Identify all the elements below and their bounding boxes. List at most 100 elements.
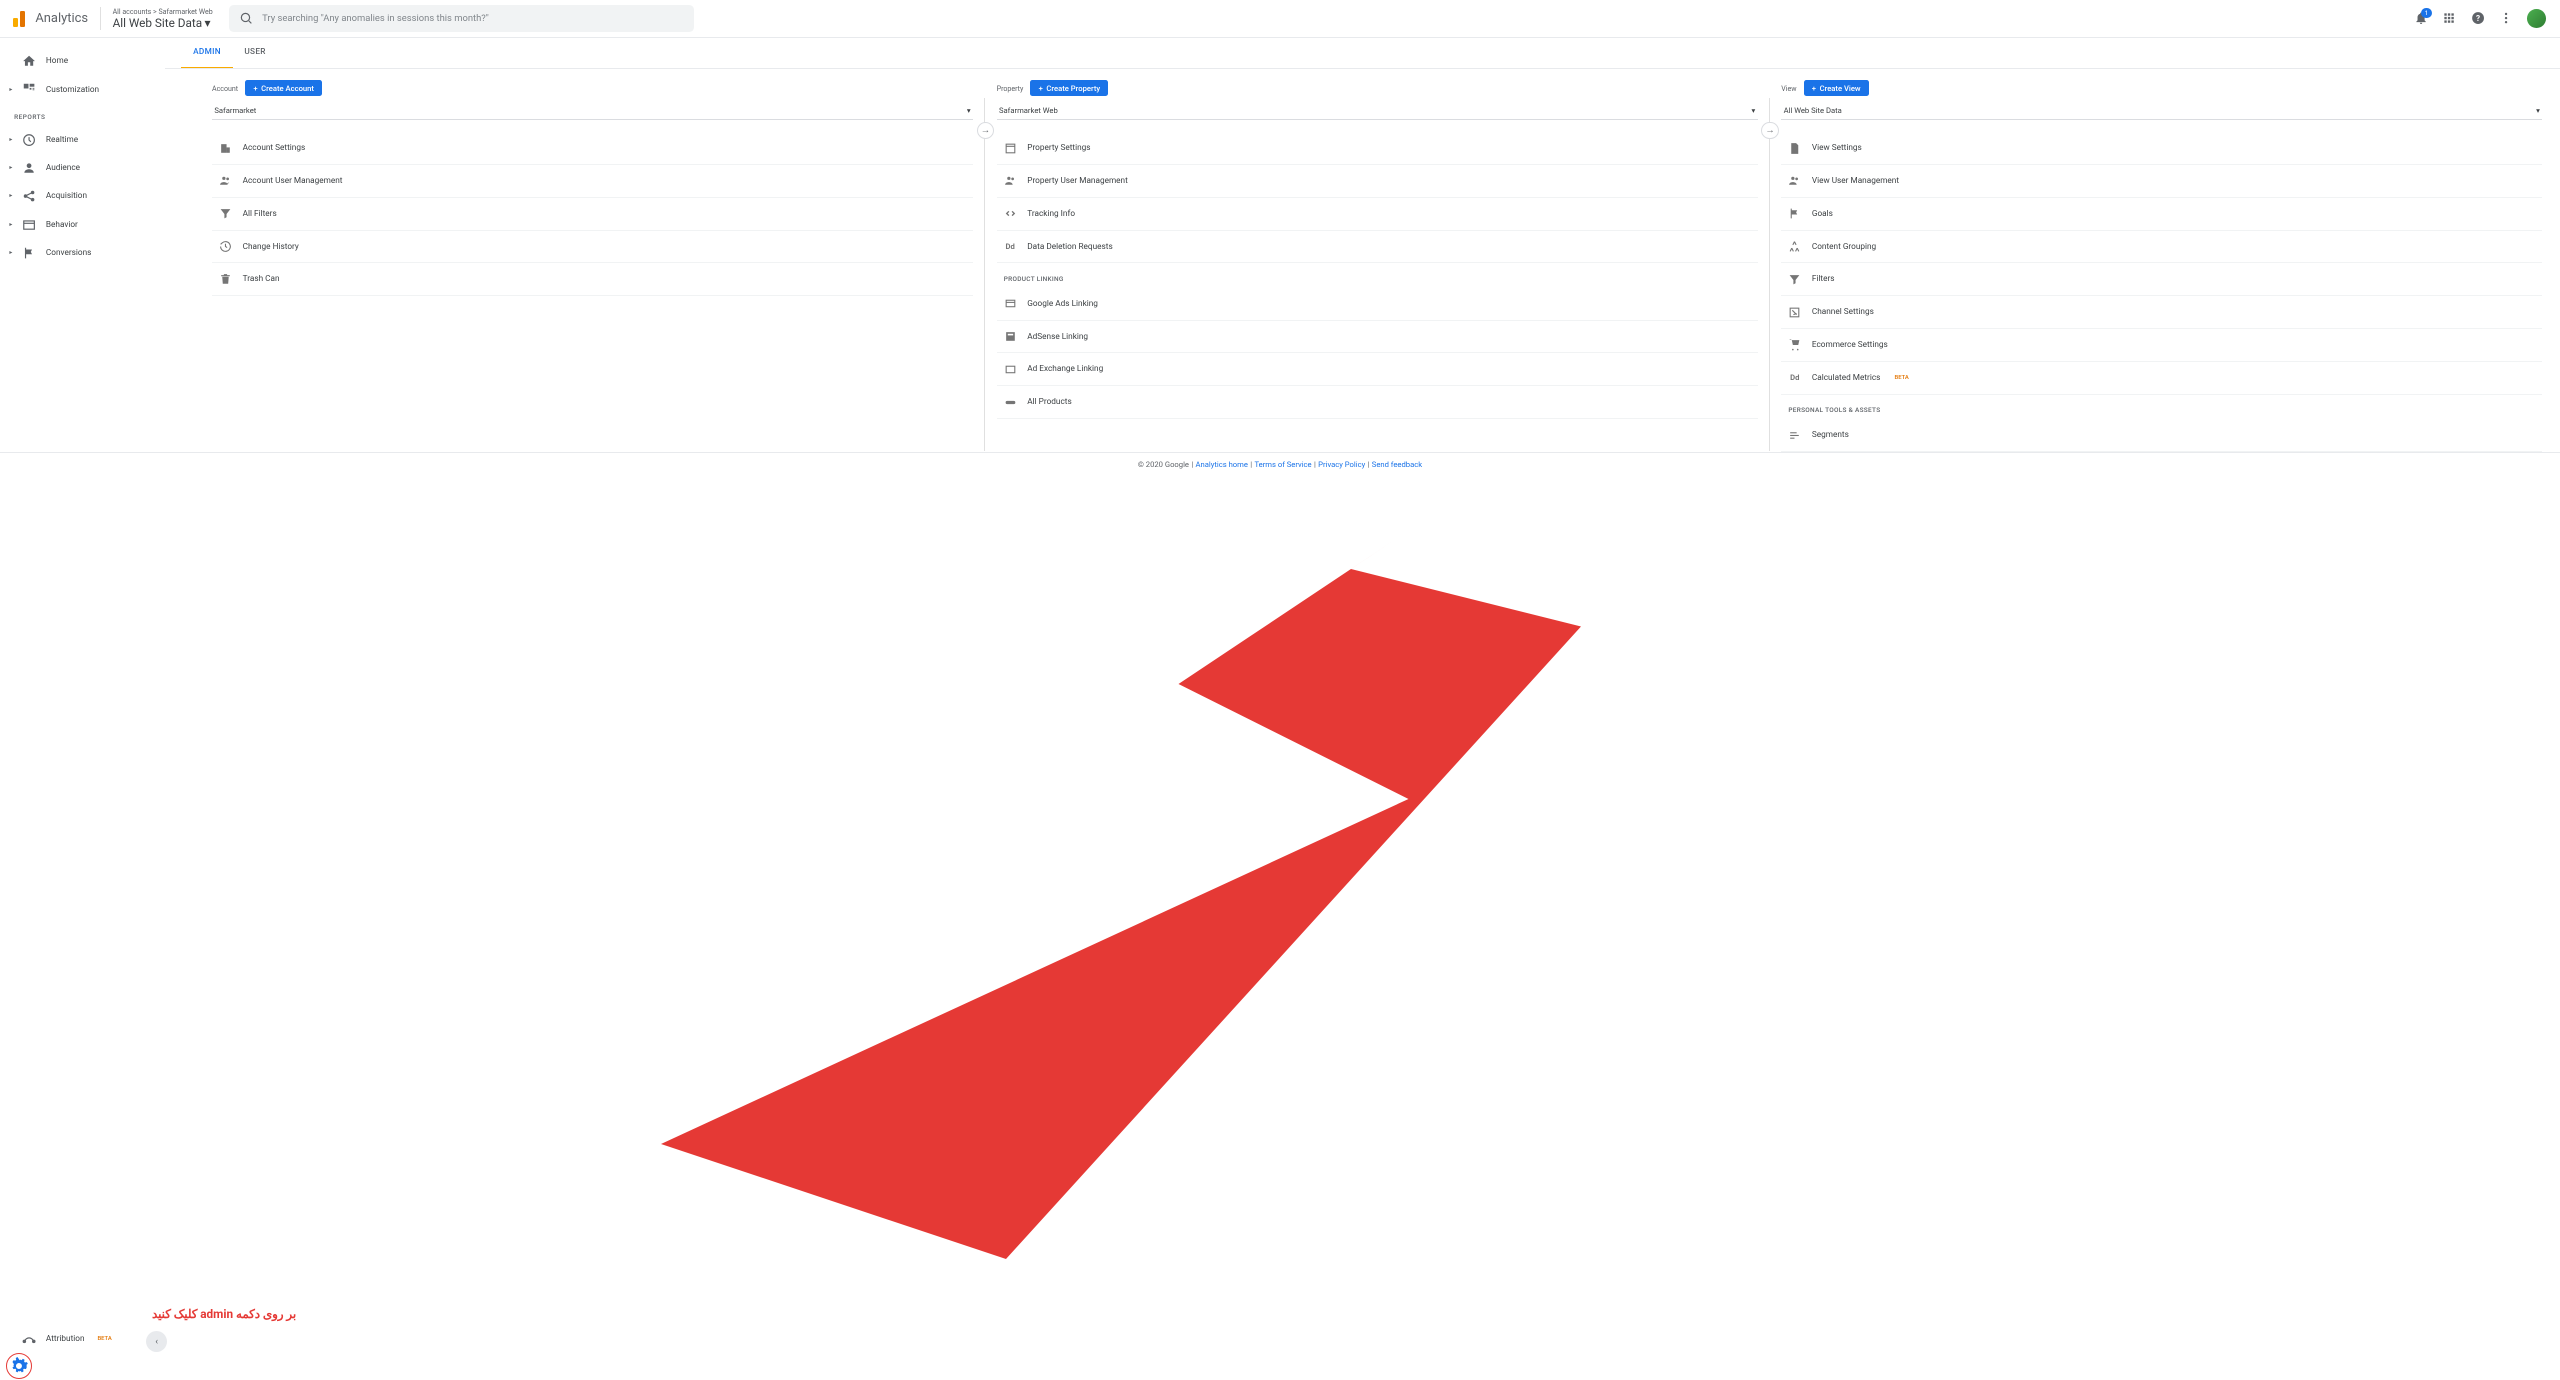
expand-icon: ▸ xyxy=(9,87,13,93)
sidebar: Home ▸ Customization REPORTS ▸ Realtime … xyxy=(0,38,165,452)
footer-link-privacy[interactable]: Privacy Policy xyxy=(1318,460,1365,469)
building-icon xyxy=(219,142,232,155)
notifications-icon[interactable]: 1 xyxy=(2414,11,2428,25)
more-icon[interactable] xyxy=(2499,11,2513,25)
property-selector-dropdown[interactable]: Safarmarket Web▾ xyxy=(997,101,1758,120)
ad-exchange-linking[interactable]: Ad Exchange Linking xyxy=(997,353,1758,386)
footer-link-terms[interactable]: Terms of Service xyxy=(1254,460,1311,469)
property-name-dropdown[interactable]: All Web Site Data ▾ xyxy=(113,16,213,30)
data-deletion[interactable]: DdData Deletion Requests xyxy=(997,231,1758,264)
expand-icon: ▸ xyxy=(9,165,13,171)
personal-tools-header: PERSONAL TOOLS & ASSETS xyxy=(1781,395,2542,419)
footer-link-feedback[interactable]: Send feedback xyxy=(1372,460,1422,469)
sidebar-item-attribution[interactable]: Attribution BETA xyxy=(0,1325,165,1353)
search-bar[interactable] xyxy=(229,5,694,32)
people-icon xyxy=(219,174,232,187)
item-label: Change History xyxy=(243,242,299,252)
trash-can[interactable]: Trash Can xyxy=(212,263,973,296)
item-label: Tracking Info xyxy=(1027,209,1075,219)
sidebar-item-conversions[interactable]: ▸ Conversions xyxy=(0,239,165,267)
sidebar-item-realtime[interactable]: ▸ Realtime xyxy=(0,126,165,154)
create-property-button[interactable]: +Create Property xyxy=(1030,80,1108,96)
create-account-button[interactable]: +Create Account xyxy=(245,80,322,96)
account-selector[interactable]: Safarmarket▾ xyxy=(212,101,973,120)
button-label: Create Property xyxy=(1046,84,1100,93)
sidebar-item-acquisition[interactable]: ▸ Acquisition xyxy=(0,182,165,210)
logo-area[interactable]: Analytics xyxy=(9,7,100,31)
sidebar-label: Conversions xyxy=(46,248,91,258)
account-label: Account xyxy=(212,84,238,93)
expand-icon: ▸ xyxy=(9,222,13,228)
sidebar-item-behavior[interactable]: ▸ Behavior xyxy=(0,211,165,239)
cart-icon xyxy=(1788,338,1801,351)
content-grouping[interactable]: Content Grouping xyxy=(1781,231,2542,264)
account-column: Account +Create Account Safarmarket▾ Acc… xyxy=(212,80,973,452)
account-user-management[interactable]: Account User Management xyxy=(212,165,973,198)
sidebar-item-audience[interactable]: ▸ Audience xyxy=(0,154,165,182)
clock-icon xyxy=(22,133,36,147)
view-user-management[interactable]: View User Management xyxy=(1781,165,2542,198)
item-label: All Filters xyxy=(243,209,277,219)
view-settings[interactable]: View Settings xyxy=(1781,132,2542,165)
item-label: Ad Exchange Linking xyxy=(1027,364,1103,374)
attribution-icon xyxy=(22,1332,36,1346)
google-ads-linking[interactable]: Google Ads Linking xyxy=(997,288,1758,321)
header-actions: 1 ? xyxy=(2414,9,2551,28)
expand-icon: ▸ xyxy=(9,250,13,256)
item-label: AdSense Linking xyxy=(1027,332,1088,342)
all-filters[interactable]: All Filters xyxy=(212,198,973,231)
collapse-sidebar-button[interactable]: ‹ xyxy=(146,1331,167,1352)
selected-account: Safarmarket xyxy=(214,106,256,115)
home-icon xyxy=(22,54,36,68)
channel-settings[interactable]: Channel Settings xyxy=(1781,296,2542,329)
product-linking-header: PRODUCT LINKING xyxy=(997,263,1758,287)
search-input[interactable] xyxy=(262,13,685,24)
item-label: Property User Management xyxy=(1027,176,1128,186)
copyright: © 2020 Google xyxy=(1138,460,1189,469)
sidebar-item-customization[interactable]: ▸ Customization xyxy=(0,75,165,103)
caret-down-icon: ▾ xyxy=(1752,106,1756,115)
expand-icon: ▸ xyxy=(9,137,13,143)
tab-user[interactable]: USER xyxy=(233,38,278,68)
property-user-management[interactable]: Property User Management xyxy=(997,165,1758,198)
adsense-icon xyxy=(1004,330,1017,343)
item-label: Account Settings xyxy=(243,143,306,153)
sidebar-label: Acquisition xyxy=(46,191,87,201)
change-history[interactable]: Change History xyxy=(212,231,973,264)
footer-link-home[interactable]: Analytics home xyxy=(1196,460,1248,469)
item-label: Goals xyxy=(1812,209,1833,219)
item-label: All Products xyxy=(1027,397,1071,407)
dd-icon: Dd xyxy=(1788,371,1801,384)
segments[interactable]: Segments xyxy=(1781,419,2542,452)
create-view-button[interactable]: +Create View xyxy=(1804,80,1869,96)
item-label: Content Grouping xyxy=(1812,242,1876,252)
ecommerce-settings[interactable]: Ecommerce Settings xyxy=(1781,329,2542,362)
admin-tabs: ADMIN USER xyxy=(165,38,2560,69)
calculated-metrics[interactable]: DdCalculated MetricsBETA xyxy=(1781,362,2542,395)
user-avatar[interactable] xyxy=(2527,9,2546,28)
search-icon xyxy=(239,11,253,25)
admin-gear-button[interactable] xyxy=(6,1353,32,1379)
view-filters[interactable]: Filters xyxy=(1781,263,2542,296)
apps-icon[interactable] xyxy=(2442,11,2456,25)
file-icon xyxy=(1788,142,1801,155)
code-icon xyxy=(1004,207,1017,220)
all-products[interactable]: All Products xyxy=(997,386,1758,419)
svg-text:?: ? xyxy=(2476,14,2480,24)
property-settings[interactable]: Property Settings xyxy=(997,132,1758,165)
view-selector-dropdown[interactable]: All Web Site Data▾ xyxy=(1781,101,2542,120)
help-icon[interactable]: ? xyxy=(2471,11,2485,25)
move-right-button[interactable]: → xyxy=(977,122,995,140)
content-area: ADMIN USER Account +Create Account Safar… xyxy=(165,38,2560,452)
tracking-info[interactable]: Tracking Info xyxy=(997,198,1758,231)
account-settings[interactable]: Account Settings xyxy=(212,132,973,165)
beta-badge: BETA xyxy=(1895,375,1909,381)
flag-icon xyxy=(22,246,36,260)
goals[interactable]: Goals xyxy=(1781,198,2542,231)
sidebar-item-home[interactable]: Home xyxy=(0,47,165,75)
tab-admin[interactable]: ADMIN xyxy=(181,38,232,68)
adsense-linking[interactable]: AdSense Linking xyxy=(997,321,1758,354)
annotation-text: بر روی دکمه admin کلیک کنید xyxy=(152,1307,296,1321)
property-selector[interactable]: All accounts > Safarmarket Web All Web S… xyxy=(113,7,213,30)
move-right-button[interactable]: → xyxy=(1761,122,1779,140)
